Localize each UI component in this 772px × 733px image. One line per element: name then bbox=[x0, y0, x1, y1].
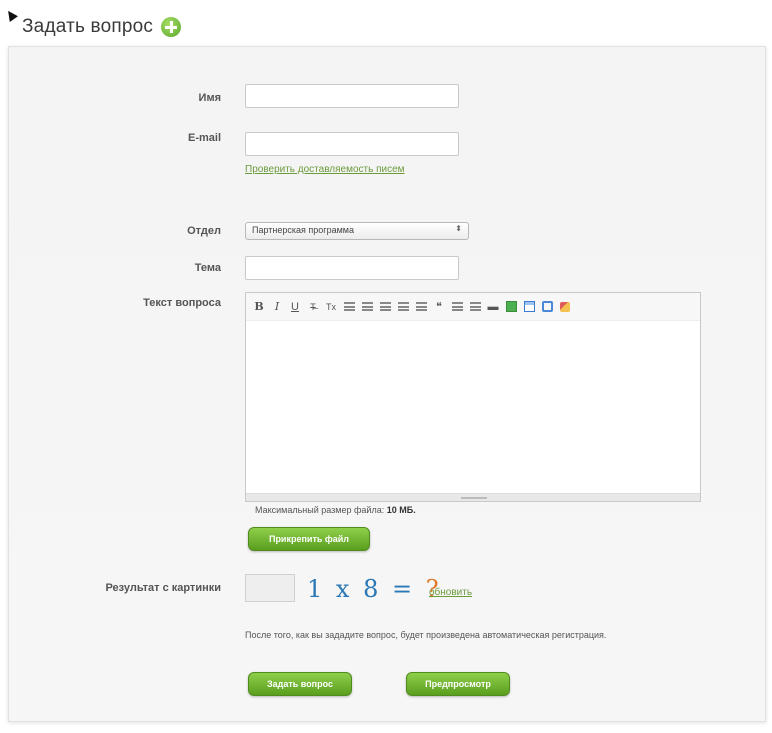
fullscreen-icon[interactable] bbox=[540, 300, 554, 314]
quote-icon[interactable]: ❝ bbox=[432, 300, 446, 314]
editor-resize-handle[interactable] bbox=[246, 493, 700, 501]
image-icon[interactable] bbox=[504, 300, 518, 314]
subject-input[interactable] bbox=[245, 256, 459, 280]
horizontal-rule-icon[interactable]: ▬ bbox=[486, 300, 500, 314]
department-select[interactable]: Партнерская программа ⬍ bbox=[245, 222, 469, 240]
email-input[interactable] bbox=[245, 132, 459, 156]
align-center-icon[interactable] bbox=[360, 300, 374, 314]
mouse-cursor bbox=[4, 8, 18, 22]
editor-toolbar: B I U T̶ Tx ❝ ▬ bbox=[246, 293, 700, 321]
attach-file-button[interactable]: Прикрепить файл bbox=[248, 527, 370, 551]
submit-question-button[interactable]: Задать вопрос bbox=[248, 672, 352, 696]
check-deliverability-link[interactable]: Проверить доставляемость писем bbox=[245, 164, 405, 175]
underline-icon[interactable]: U bbox=[288, 300, 302, 314]
max-file-size-value: 10 МБ. bbox=[386, 505, 416, 515]
captcha-refresh-link[interactable]: обновить bbox=[429, 587, 472, 598]
name-input[interactable] bbox=[245, 84, 459, 108]
question-form-panel: Имя E-mail Проверить доставляемость писе… bbox=[8, 46, 766, 722]
clear-format-icon[interactable] bbox=[558, 300, 572, 314]
subject-label: Тема bbox=[194, 262, 221, 274]
department-selected-value: Партнерская программа bbox=[252, 225, 354, 235]
captcha-image: 1 x 8 = ? bbox=[307, 575, 442, 603]
align-right-icon[interactable] bbox=[378, 300, 392, 314]
align-left-icon[interactable] bbox=[342, 300, 356, 314]
captcha-input[interactable] bbox=[245, 574, 295, 602]
name-label: Имя bbox=[198, 92, 221, 104]
indent-icon[interactable] bbox=[396, 300, 410, 314]
plus-circle-icon[interactable] bbox=[161, 17, 182, 37]
ordered-list-icon[interactable] bbox=[450, 300, 464, 314]
page-header: Задать вопрос bbox=[22, 16, 182, 38]
captcha-label: Результат с картинки bbox=[105, 582, 221, 594]
italic-icon[interactable]: I bbox=[270, 300, 284, 314]
outdent-icon[interactable] bbox=[414, 300, 428, 314]
page-title: Задать вопрос bbox=[22, 16, 154, 37]
max-file-size-label: Максимальный размер файла: bbox=[255, 505, 385, 515]
bold-icon[interactable]: B bbox=[252, 300, 266, 314]
question-editor[interactable]: B I U T̶ Tx ❝ ▬ bbox=[245, 292, 701, 502]
select-arrows-icon: ⬍ bbox=[455, 224, 462, 233]
question-label: Текст вопроса bbox=[143, 297, 221, 309]
preview-button[interactable]: Предпросмотр bbox=[406, 672, 510, 696]
department-label: Отдел bbox=[187, 225, 221, 237]
bulleted-list-icon[interactable] bbox=[468, 300, 482, 314]
registration-note: После того, как вы зададите вопрос, буде… bbox=[245, 630, 607, 640]
email-label: E-mail bbox=[187, 132, 221, 144]
strikethrough-icon[interactable]: T̶ bbox=[306, 300, 320, 314]
table-icon[interactable] bbox=[522, 300, 536, 314]
remove-format-icon[interactable]: Tx bbox=[324, 300, 338, 314]
max-file-size-note: Максимальный размер файла: 10 МБ. bbox=[255, 505, 416, 515]
captcha-expression: 1 x 8 = bbox=[307, 575, 416, 603]
